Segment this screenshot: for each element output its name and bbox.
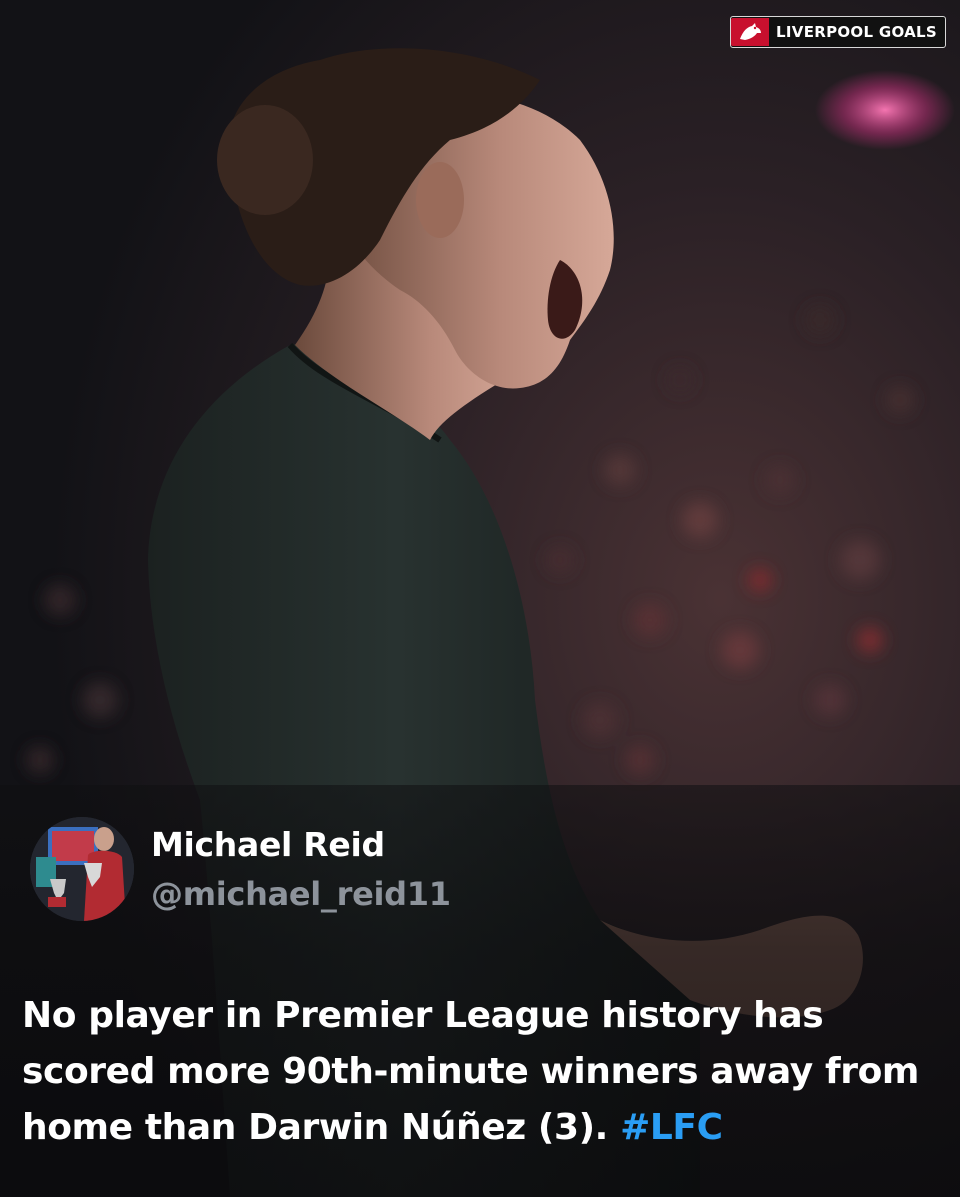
liverbird-icon (731, 18, 770, 46)
tweet-card: Michael Reid @michael_reid11 No player i… (0, 785, 960, 1197)
author-handle[interactable]: @michael_reid11 (151, 875, 451, 913)
author-name[interactable]: Michael Reid (151, 825, 385, 864)
brand-badge: LIVERPOOL GOALS (730, 16, 946, 48)
brand-label: LIVERPOOL GOALS (776, 23, 937, 41)
hashtag-link[interactable]: #LFC (620, 1107, 723, 1148)
avatar[interactable] (30, 817, 134, 921)
tweet-text: No player in Premier League history has … (22, 995, 920, 1148)
tweet-body: No player in Premier League history has … (22, 988, 942, 1156)
